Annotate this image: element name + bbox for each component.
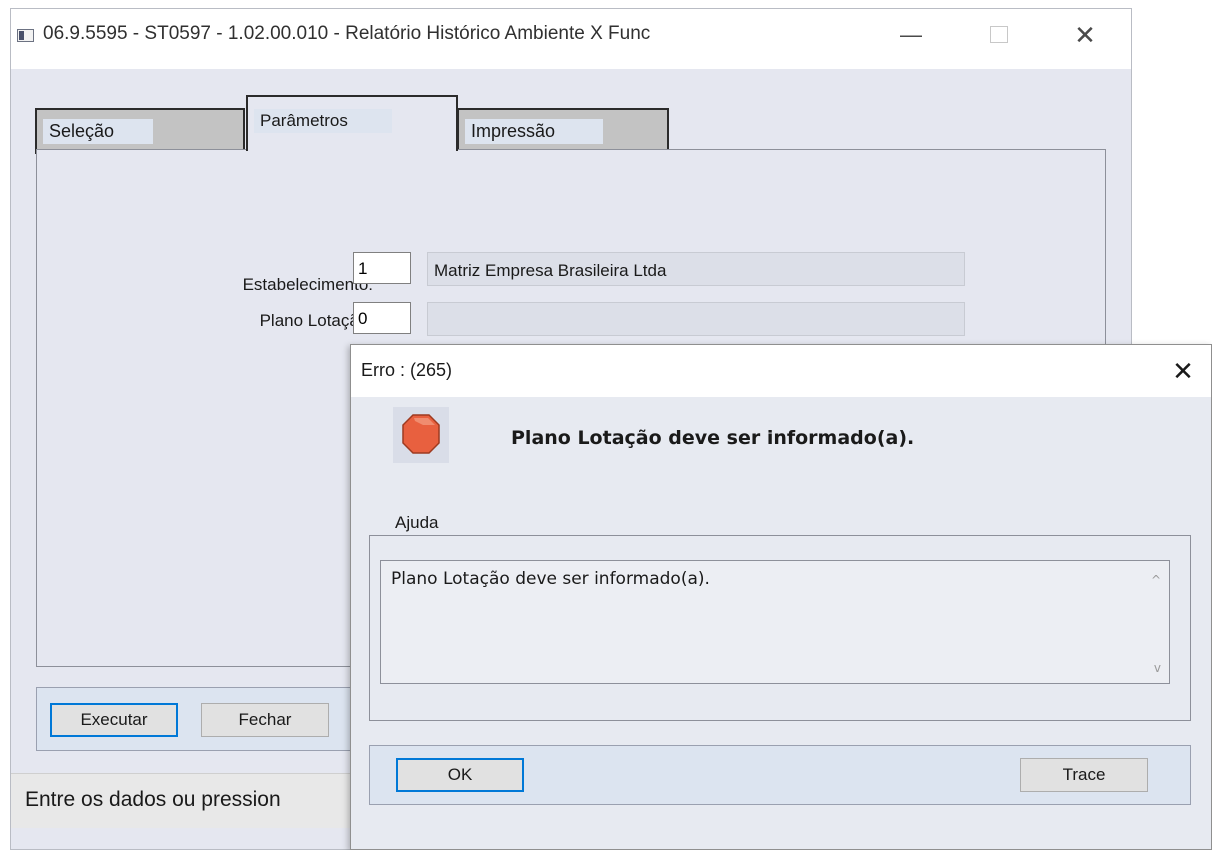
plano-lotacao-description	[427, 302, 965, 336]
title-bar: 06.9.5595 - ST0597 - 1.02.00.010 - Relat…	[11, 9, 1131, 69]
tab-selecao[interactable]: Seleção	[35, 108, 245, 154]
fechar-button[interactable]: Fechar	[201, 703, 329, 737]
ok-button[interactable]: OK	[396, 758, 524, 792]
help-group: Plano Lotação deve ser informado(a). ^ v	[369, 535, 1191, 721]
help-textarea[interactable]: Plano Lotação deve ser informado(a). ^ v	[380, 560, 1170, 684]
help-legend: Ajuda	[389, 513, 445, 533]
dialog-title-bar: Erro : (265) ✕	[351, 345, 1211, 397]
executar-button[interactable]: Executar	[50, 703, 178, 737]
tab-label: Seleção	[43, 119, 153, 144]
tab-impressao[interactable]: Impressão	[457, 108, 669, 154]
dialog-close-button[interactable]: ✕	[1159, 351, 1207, 391]
maximize-icon	[990, 26, 1008, 44]
dialog-button-bar: OK Trace	[369, 745, 1191, 805]
close-button[interactable]: ✕	[1057, 9, 1113, 61]
status-text: Entre os dados ou pression	[25, 788, 281, 811]
dialog-title: Erro : (265)	[361, 360, 453, 380]
tab-label: Parâmetros	[254, 109, 392, 133]
app-icon	[17, 29, 34, 42]
maximize-button[interactable]	[971, 9, 1027, 61]
estabelecimento-label: Estabelecimento:	[242, 275, 373, 294]
estabelecimento-description: Matriz Empresa Brasileira Ltda	[427, 252, 965, 286]
error-dialog: Erro : (265) ✕ Plano Lotação deve ser in…	[350, 344, 1212, 850]
trace-button[interactable]: Trace	[1020, 758, 1148, 792]
error-message: Plano Lotação deve ser informado(a).	[511, 427, 915, 449]
plano-lotacao-input[interactable]: 0	[353, 302, 411, 334]
window-title: 06.9.5595 - ST0597 - 1.02.00.010 - Relat…	[43, 23, 651, 44]
close-icon: ✕	[1172, 356, 1194, 386]
plano-lotacao-label: Plano Lotação:	[259, 311, 373, 330]
scroll-down-icon[interactable]: v	[1154, 661, 1161, 675]
close-icon: ✕	[1074, 20, 1096, 50]
scroll-up-icon[interactable]: ^	[1151, 573, 1161, 587]
estabelecimento-input[interactable]: 1	[353, 252, 411, 284]
minimize-icon: —	[900, 22, 922, 47]
stop-icon	[393, 407, 449, 463]
tab-parametros[interactable]: Parâmetros	[246, 95, 458, 151]
help-text: Plano Lotação deve ser informado(a).	[391, 569, 710, 589]
tab-label: Impressão	[465, 119, 603, 144]
minimize-button[interactable]: —	[883, 9, 939, 61]
